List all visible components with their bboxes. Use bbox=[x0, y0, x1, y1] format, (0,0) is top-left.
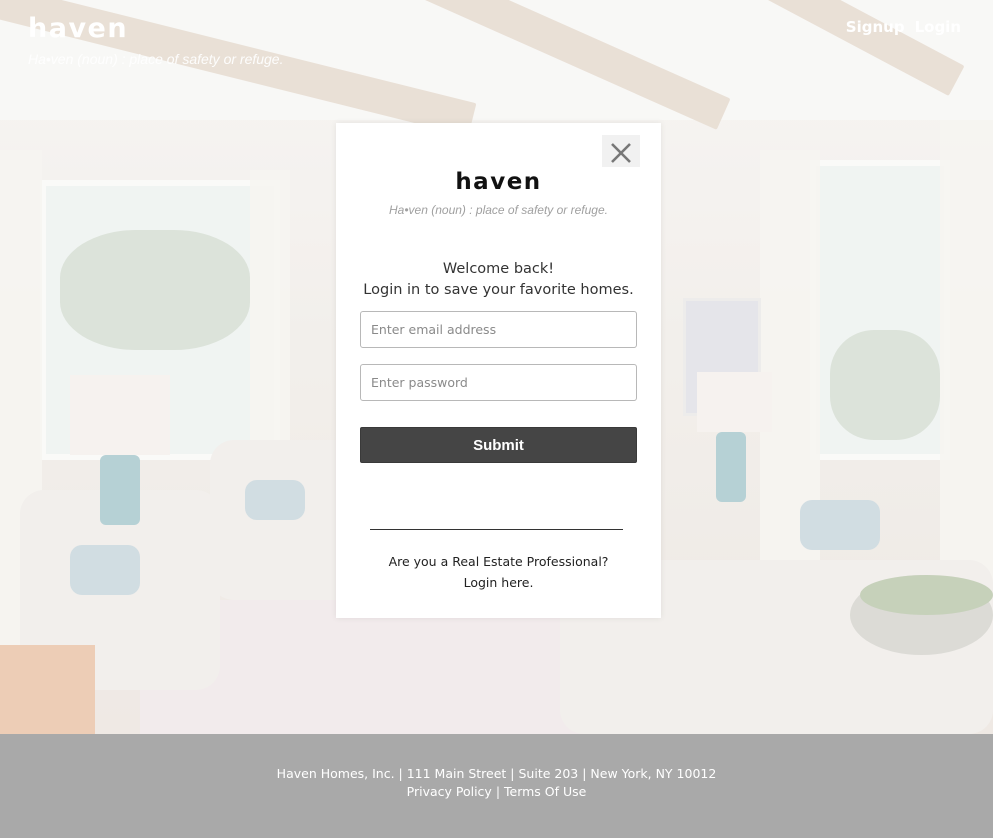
pro-login-section: Are you a Real Estate Professional? Logi… bbox=[336, 551, 661, 593]
footer-separator: | bbox=[495, 784, 504, 799]
brand-tagline: Ha•ven (noun) : place of safety or refug… bbox=[28, 51, 284, 67]
modal-brand-logo: haven bbox=[455, 169, 542, 195]
login-link[interactable]: Login bbox=[915, 18, 961, 36]
password-field[interactable] bbox=[360, 364, 637, 401]
email-field[interactable] bbox=[360, 311, 637, 348]
footer: Haven Homes, Inc. | 111 Main Street | Su… bbox=[0, 734, 993, 838]
footer-address: Haven Homes, Inc. | 111 Main Street | Su… bbox=[276, 766, 717, 781]
footer-links: Privacy Policy | Terms Of Use bbox=[0, 784, 993, 799]
login-modal: haven Ha•ven (noun) : place of safety or… bbox=[336, 123, 661, 618]
welcome-message: Welcome back! Login in to save your favo… bbox=[336, 259, 661, 301]
pro-question: Are you a Real Estate Professional? bbox=[388, 554, 609, 569]
privacy-policy-link[interactable]: Privacy Policy bbox=[407, 784, 492, 799]
top-nav: Signup Login bbox=[846, 18, 961, 36]
submit-button[interactable]: Submit bbox=[360, 427, 637, 463]
divider bbox=[370, 529, 623, 530]
welcome-heading: Welcome back! bbox=[442, 261, 555, 277]
welcome-subtext: Login in to save your favorite homes. bbox=[363, 282, 634, 298]
close-icon bbox=[611, 143, 631, 163]
brand-logo[interactable]: haven bbox=[28, 12, 284, 46]
modal-tagline: Ha•ven (noun) : place of safety or refug… bbox=[389, 203, 608, 217]
terms-of-use-link[interactable]: Terms Of Use bbox=[504, 784, 586, 799]
signup-link[interactable]: Signup bbox=[846, 18, 905, 36]
site-brand: haven Ha•ven (noun) : place of safety or… bbox=[28, 12, 284, 67]
close-button[interactable] bbox=[602, 135, 640, 167]
pro-login-link[interactable]: Login here. bbox=[464, 575, 534, 590]
